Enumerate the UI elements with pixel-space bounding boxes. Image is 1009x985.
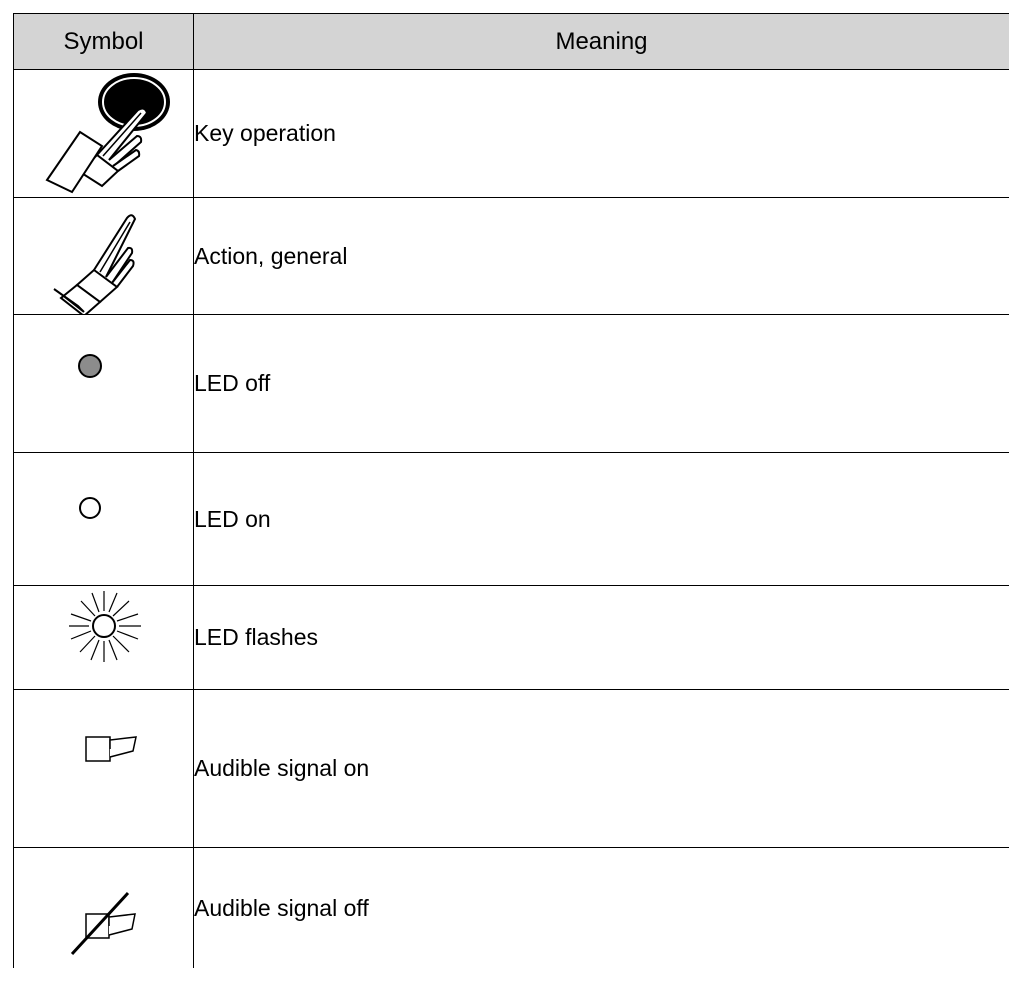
symbol-cell <box>13 314 194 453</box>
key-operation-icon <box>45 73 170 194</box>
symbol-cell <box>13 197 194 315</box>
meaning-cell: LED flashes <box>193 585 1009 690</box>
horn-icon <box>85 736 137 762</box>
table-row: LED flashes <box>13 585 1009 690</box>
table-header-row: Symbol Meaning <box>13 13 1009 70</box>
meaning-cell: Key operation <box>193 69 1009 198</box>
table-row: Action, general <box>13 197 1009 315</box>
symbol-cell <box>13 69 194 198</box>
column-header-symbol: Symbol <box>13 13 194 70</box>
table-row: Key operation <box>13 69 1009 198</box>
symbol-legend-page: Symbol Meaning Key operation Action, gen… <box>0 0 1009 985</box>
symbol-cell <box>13 585 194 690</box>
led-off-icon <box>78 354 102 378</box>
meaning-cell: Audible signal off <box>193 847 1009 968</box>
symbol-cell <box>13 689 194 848</box>
meaning-cell: LED off <box>193 314 1009 453</box>
led-flashes-icon <box>69 591 141 662</box>
symbol-cell <box>13 452 194 586</box>
table-row: LED on <box>13 452 1009 586</box>
column-header-meaning: Meaning <box>193 13 1009 70</box>
table-row: LED off <box>13 314 1009 453</box>
horn-off-icon <box>70 891 136 956</box>
symbol-cell <box>13 847 194 968</box>
table-row: Audible signal off <box>13 847 1009 968</box>
meaning-cell: LED on <box>193 452 1009 586</box>
hand-pointing-icon <box>53 214 137 314</box>
table-row: Audible signal on <box>13 689 1009 848</box>
meaning-cell: Audible signal on <box>193 689 1009 848</box>
symbol-legend-table: Symbol Meaning Key operation Action, gen… <box>13 13 1009 968</box>
led-on-icon <box>79 497 101 519</box>
meaning-cell: Action, general <box>193 197 1009 315</box>
